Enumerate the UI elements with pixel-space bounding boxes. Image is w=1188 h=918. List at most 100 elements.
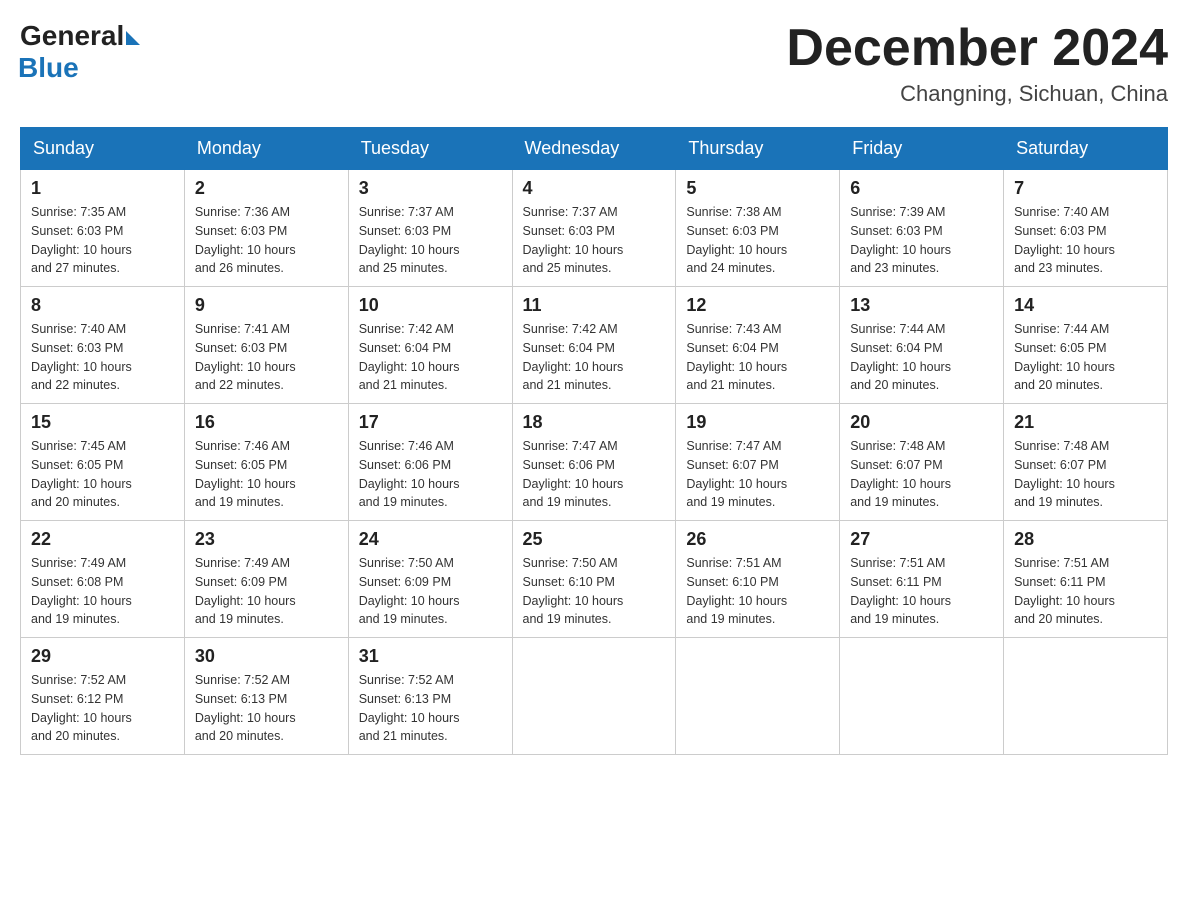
day-number: 12 xyxy=(686,295,829,316)
col-thursday: Thursday xyxy=(676,128,840,170)
table-row: 11 Sunrise: 7:42 AM Sunset: 6:04 PM Dayl… xyxy=(512,287,676,404)
table-row: 14 Sunrise: 7:44 AM Sunset: 6:05 PM Dayl… xyxy=(1004,287,1168,404)
table-row: 2 Sunrise: 7:36 AM Sunset: 6:03 PM Dayli… xyxy=(184,170,348,287)
table-row: 10 Sunrise: 7:42 AM Sunset: 6:04 PM Dayl… xyxy=(348,287,512,404)
table-row: 13 Sunrise: 7:44 AM Sunset: 6:04 PM Dayl… xyxy=(840,287,1004,404)
day-number: 2 xyxy=(195,178,338,199)
table-row: 22 Sunrise: 7:49 AM Sunset: 6:08 PM Dayl… xyxy=(21,521,185,638)
day-info: Sunrise: 7:45 AM Sunset: 6:05 PM Dayligh… xyxy=(31,437,174,512)
day-number: 18 xyxy=(523,412,666,433)
day-number: 6 xyxy=(850,178,993,199)
day-info: Sunrise: 7:48 AM Sunset: 6:07 PM Dayligh… xyxy=(850,437,993,512)
day-number: 16 xyxy=(195,412,338,433)
day-info: Sunrise: 7:41 AM Sunset: 6:03 PM Dayligh… xyxy=(195,320,338,395)
day-number: 20 xyxy=(850,412,993,433)
day-info: Sunrise: 7:42 AM Sunset: 6:04 PM Dayligh… xyxy=(523,320,666,395)
day-number: 5 xyxy=(686,178,829,199)
day-number: 7 xyxy=(1014,178,1157,199)
day-number: 30 xyxy=(195,646,338,667)
day-info: Sunrise: 7:46 AM Sunset: 6:06 PM Dayligh… xyxy=(359,437,502,512)
table-row: 30 Sunrise: 7:52 AM Sunset: 6:13 PM Dayl… xyxy=(184,638,348,755)
day-info: Sunrise: 7:39 AM Sunset: 6:03 PM Dayligh… xyxy=(850,203,993,278)
day-number: 11 xyxy=(523,295,666,316)
day-info: Sunrise: 7:50 AM Sunset: 6:10 PM Dayligh… xyxy=(523,554,666,629)
table-row xyxy=(676,638,840,755)
calendar-table: Sunday Monday Tuesday Wednesday Thursday… xyxy=(20,127,1168,755)
logo: General Blue xyxy=(20,20,140,84)
table-row: 6 Sunrise: 7:39 AM Sunset: 6:03 PM Dayli… xyxy=(840,170,1004,287)
day-number: 25 xyxy=(523,529,666,550)
table-row: 25 Sunrise: 7:50 AM Sunset: 6:10 PM Dayl… xyxy=(512,521,676,638)
day-info: Sunrise: 7:36 AM Sunset: 6:03 PM Dayligh… xyxy=(195,203,338,278)
table-row: 26 Sunrise: 7:51 AM Sunset: 6:10 PM Dayl… xyxy=(676,521,840,638)
day-info: Sunrise: 7:51 AM Sunset: 6:11 PM Dayligh… xyxy=(850,554,993,629)
day-info: Sunrise: 7:47 AM Sunset: 6:07 PM Dayligh… xyxy=(686,437,829,512)
day-info: Sunrise: 7:51 AM Sunset: 6:10 PM Dayligh… xyxy=(686,554,829,629)
day-number: 13 xyxy=(850,295,993,316)
day-info: Sunrise: 7:44 AM Sunset: 6:05 PM Dayligh… xyxy=(1014,320,1157,395)
col-sunday: Sunday xyxy=(21,128,185,170)
col-tuesday: Tuesday xyxy=(348,128,512,170)
table-row: 5 Sunrise: 7:38 AM Sunset: 6:03 PM Dayli… xyxy=(676,170,840,287)
col-monday: Monday xyxy=(184,128,348,170)
table-row: 8 Sunrise: 7:40 AM Sunset: 6:03 PM Dayli… xyxy=(21,287,185,404)
day-number: 31 xyxy=(359,646,502,667)
day-number: 10 xyxy=(359,295,502,316)
table-row: 31 Sunrise: 7:52 AM Sunset: 6:13 PM Dayl… xyxy=(348,638,512,755)
calendar-week-row: 15 Sunrise: 7:45 AM Sunset: 6:05 PM Dayl… xyxy=(21,404,1168,521)
day-info: Sunrise: 7:37 AM Sunset: 6:03 PM Dayligh… xyxy=(359,203,502,278)
day-info: Sunrise: 7:44 AM Sunset: 6:04 PM Dayligh… xyxy=(850,320,993,395)
logo-blue: Blue xyxy=(18,52,140,84)
col-friday: Friday xyxy=(840,128,1004,170)
table-row xyxy=(1004,638,1168,755)
table-row: 7 Sunrise: 7:40 AM Sunset: 6:03 PM Dayli… xyxy=(1004,170,1168,287)
day-info: Sunrise: 7:47 AM Sunset: 6:06 PM Dayligh… xyxy=(523,437,666,512)
day-info: Sunrise: 7:43 AM Sunset: 6:04 PM Dayligh… xyxy=(686,320,829,395)
day-number: 21 xyxy=(1014,412,1157,433)
col-saturday: Saturday xyxy=(1004,128,1168,170)
day-info: Sunrise: 7:40 AM Sunset: 6:03 PM Dayligh… xyxy=(31,320,174,395)
calendar-week-row: 22 Sunrise: 7:49 AM Sunset: 6:08 PM Dayl… xyxy=(21,521,1168,638)
table-row: 1 Sunrise: 7:35 AM Sunset: 6:03 PM Dayli… xyxy=(21,170,185,287)
day-info: Sunrise: 7:48 AM Sunset: 6:07 PM Dayligh… xyxy=(1014,437,1157,512)
day-number: 19 xyxy=(686,412,829,433)
table-row: 23 Sunrise: 7:49 AM Sunset: 6:09 PM Dayl… xyxy=(184,521,348,638)
day-info: Sunrise: 7:50 AM Sunset: 6:09 PM Dayligh… xyxy=(359,554,502,629)
col-wednesday: Wednesday xyxy=(512,128,676,170)
day-number: 24 xyxy=(359,529,502,550)
page-header: General Blue December 2024 Changning, Si… xyxy=(20,20,1168,107)
day-number: 1 xyxy=(31,178,174,199)
table-row: 27 Sunrise: 7:51 AM Sunset: 6:11 PM Dayl… xyxy=(840,521,1004,638)
days-of-week-row: Sunday Monday Tuesday Wednesday Thursday… xyxy=(21,128,1168,170)
day-info: Sunrise: 7:49 AM Sunset: 6:09 PM Dayligh… xyxy=(195,554,338,629)
day-info: Sunrise: 7:52 AM Sunset: 6:13 PM Dayligh… xyxy=(195,671,338,746)
day-number: 26 xyxy=(686,529,829,550)
table-row: 4 Sunrise: 7:37 AM Sunset: 6:03 PM Dayli… xyxy=(512,170,676,287)
day-number: 4 xyxy=(523,178,666,199)
table-row: 29 Sunrise: 7:52 AM Sunset: 6:12 PM Dayl… xyxy=(21,638,185,755)
day-info: Sunrise: 7:52 AM Sunset: 6:13 PM Dayligh… xyxy=(359,671,502,746)
day-info: Sunrise: 7:46 AM Sunset: 6:05 PM Dayligh… xyxy=(195,437,338,512)
day-number: 9 xyxy=(195,295,338,316)
day-number: 8 xyxy=(31,295,174,316)
calendar-week-row: 8 Sunrise: 7:40 AM Sunset: 6:03 PM Dayli… xyxy=(21,287,1168,404)
calendar-week-row: 1 Sunrise: 7:35 AM Sunset: 6:03 PM Dayli… xyxy=(21,170,1168,287)
table-row xyxy=(512,638,676,755)
table-row: 21 Sunrise: 7:48 AM Sunset: 6:07 PM Dayl… xyxy=(1004,404,1168,521)
day-info: Sunrise: 7:42 AM Sunset: 6:04 PM Dayligh… xyxy=(359,320,502,395)
table-row: 20 Sunrise: 7:48 AM Sunset: 6:07 PM Dayl… xyxy=(840,404,1004,521)
table-row: 15 Sunrise: 7:45 AM Sunset: 6:05 PM Dayl… xyxy=(21,404,185,521)
day-number: 27 xyxy=(850,529,993,550)
month-title: December 2024 xyxy=(786,20,1168,77)
table-row xyxy=(840,638,1004,755)
day-number: 17 xyxy=(359,412,502,433)
day-number: 15 xyxy=(31,412,174,433)
title-block: December 2024 Changning, Sichuan, China xyxy=(786,20,1168,107)
day-info: Sunrise: 7:37 AM Sunset: 6:03 PM Dayligh… xyxy=(523,203,666,278)
day-number: 3 xyxy=(359,178,502,199)
location: Changning, Sichuan, China xyxy=(786,81,1168,107)
day-info: Sunrise: 7:35 AM Sunset: 6:03 PM Dayligh… xyxy=(31,203,174,278)
logo-general: General xyxy=(20,20,124,52)
day-number: 23 xyxy=(195,529,338,550)
table-row: 3 Sunrise: 7:37 AM Sunset: 6:03 PM Dayli… xyxy=(348,170,512,287)
